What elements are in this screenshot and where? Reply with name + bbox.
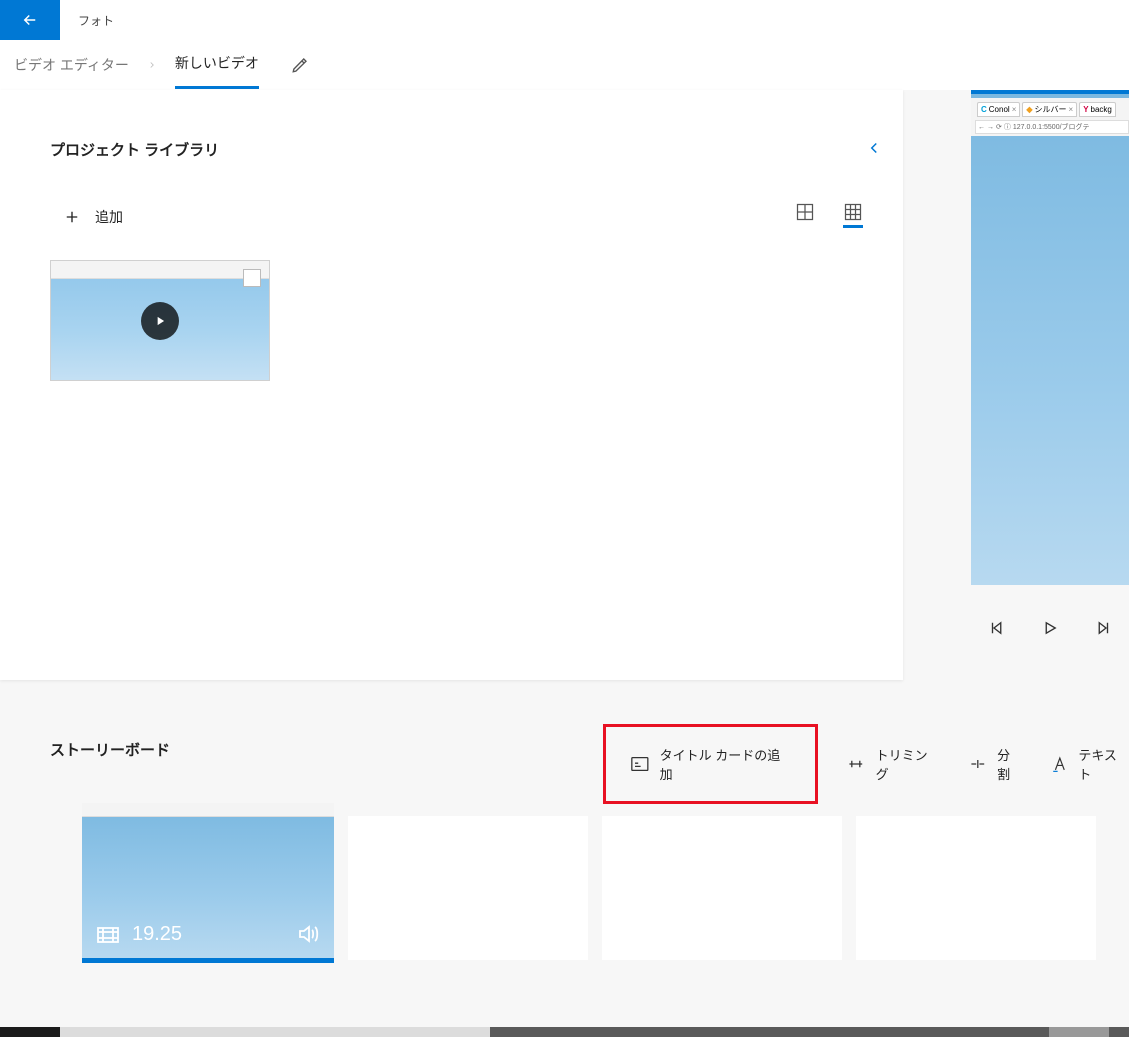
breadcrumb-editor[interactable]: ビデオ エディター xyxy=(14,55,129,75)
text-icon xyxy=(1051,755,1069,773)
storyboard-slot-empty[interactable] xyxy=(602,816,842,960)
storyboard-title: ストーリーボード xyxy=(50,739,170,760)
storyboard-clip-1[interactable]: 19.25 xyxy=(82,803,334,963)
split-button[interactable]: 分割 xyxy=(968,745,1023,783)
project-library-panel: プロジェクト ライブラリ 追加 xyxy=(0,90,903,680)
thumb-checkbox[interactable] xyxy=(243,269,261,287)
app-title: フォト xyxy=(78,12,114,29)
preview-url-bar: ←→⟳ⓘ127.0.0.1:5500/ブログテ xyxy=(975,120,1129,134)
clip-volume-button[interactable] xyxy=(296,922,320,946)
storyboard-tools: タイトル カードの追加 トリミング 分割 テキスト xyxy=(603,724,1129,804)
duration-icon xyxy=(96,925,120,945)
close-icon: × xyxy=(1069,105,1074,114)
clip-duration[interactable]: 19.25 xyxy=(96,923,182,946)
preview-tab-1: CConol× xyxy=(977,102,1020,117)
preview-tab-2: ◆シルバー× xyxy=(1022,102,1077,117)
rename-button[interactable] xyxy=(291,56,309,74)
plus-icon xyxy=(63,208,81,226)
storyboard-clips: 19.25 xyxy=(82,803,1096,963)
clip-browser-chrome xyxy=(82,803,334,817)
library-title: プロジェクト ライブラリ xyxy=(50,139,219,160)
next-frame-button[interactable] xyxy=(1094,619,1112,637)
prev-frame-button[interactable] xyxy=(988,619,1006,637)
preview-panel: CConol× ◆シルバー× Ybackg ←→⟳ⓘ127.0.0.1:5500… xyxy=(971,90,1129,680)
chevron-left-icon xyxy=(865,139,883,157)
title-card-icon xyxy=(630,756,650,772)
trim-button[interactable]: トリミング xyxy=(846,745,940,783)
view-small-button[interactable] xyxy=(843,202,863,228)
preview-tabs: CConol× ◆シルバー× Ybackg xyxy=(977,102,1116,117)
play-button[interactable] xyxy=(1041,619,1059,637)
tool-label: 分割 xyxy=(997,745,1023,783)
storyboard-slot-empty[interactable] xyxy=(856,816,1096,960)
collapse-button[interactable] xyxy=(865,139,883,157)
arrow-left-icon xyxy=(21,11,39,29)
pencil-icon xyxy=(291,56,309,74)
breadcrumb-project[interactable]: 新しいビデオ xyxy=(175,40,259,89)
grid-large-icon xyxy=(795,202,815,222)
tool-label: テキスト xyxy=(1078,745,1129,783)
grid-small-icon xyxy=(843,202,863,222)
tool-label: タイトル カードの追加 xyxy=(660,745,791,783)
skip-forward-icon xyxy=(1094,619,1112,637)
thumb-browser-chrome xyxy=(51,261,269,279)
tool-label: トリミング xyxy=(876,745,940,783)
split-icon xyxy=(968,756,988,772)
titlebar: フォト xyxy=(0,0,1129,40)
close-icon: × xyxy=(1012,105,1017,114)
storyboard-slot-empty[interactable] xyxy=(348,816,588,960)
add-label: 追加 xyxy=(95,207,123,227)
skip-back-icon xyxy=(988,619,1006,637)
preview-canvas[interactable]: CConol× ◆シルバー× Ybackg ←→⟳ⓘ127.0.0.1:5500… xyxy=(971,90,1129,585)
back-button[interactable] xyxy=(0,0,60,40)
play-icon xyxy=(1041,619,1059,637)
add-button[interactable]: 追加 xyxy=(63,207,123,227)
timeline-scrubber[interactable] xyxy=(0,1027,1129,1037)
preview-controls xyxy=(971,619,1129,637)
view-large-button[interactable] xyxy=(795,202,815,222)
preview-browser-chrome: CConol× ◆シルバー× Ybackg ←→⟳ⓘ127.0.0.1:5500… xyxy=(971,98,1129,136)
volume-icon xyxy=(296,922,320,946)
chevron-right-icon xyxy=(147,60,157,70)
library-clip-thumbnail[interactable] xyxy=(50,260,270,381)
breadcrumb-row: ビデオ エディター 新しいビデオ xyxy=(0,40,1129,90)
text-button[interactable]: テキスト xyxy=(1051,745,1129,783)
add-title-card-button[interactable]: タイトル カードの追加 xyxy=(603,724,818,804)
preview-tab-3: Ybackg xyxy=(1079,102,1116,117)
thumb-play-button[interactable] xyxy=(141,302,179,340)
trim-icon xyxy=(846,756,866,772)
play-icon xyxy=(153,314,167,328)
